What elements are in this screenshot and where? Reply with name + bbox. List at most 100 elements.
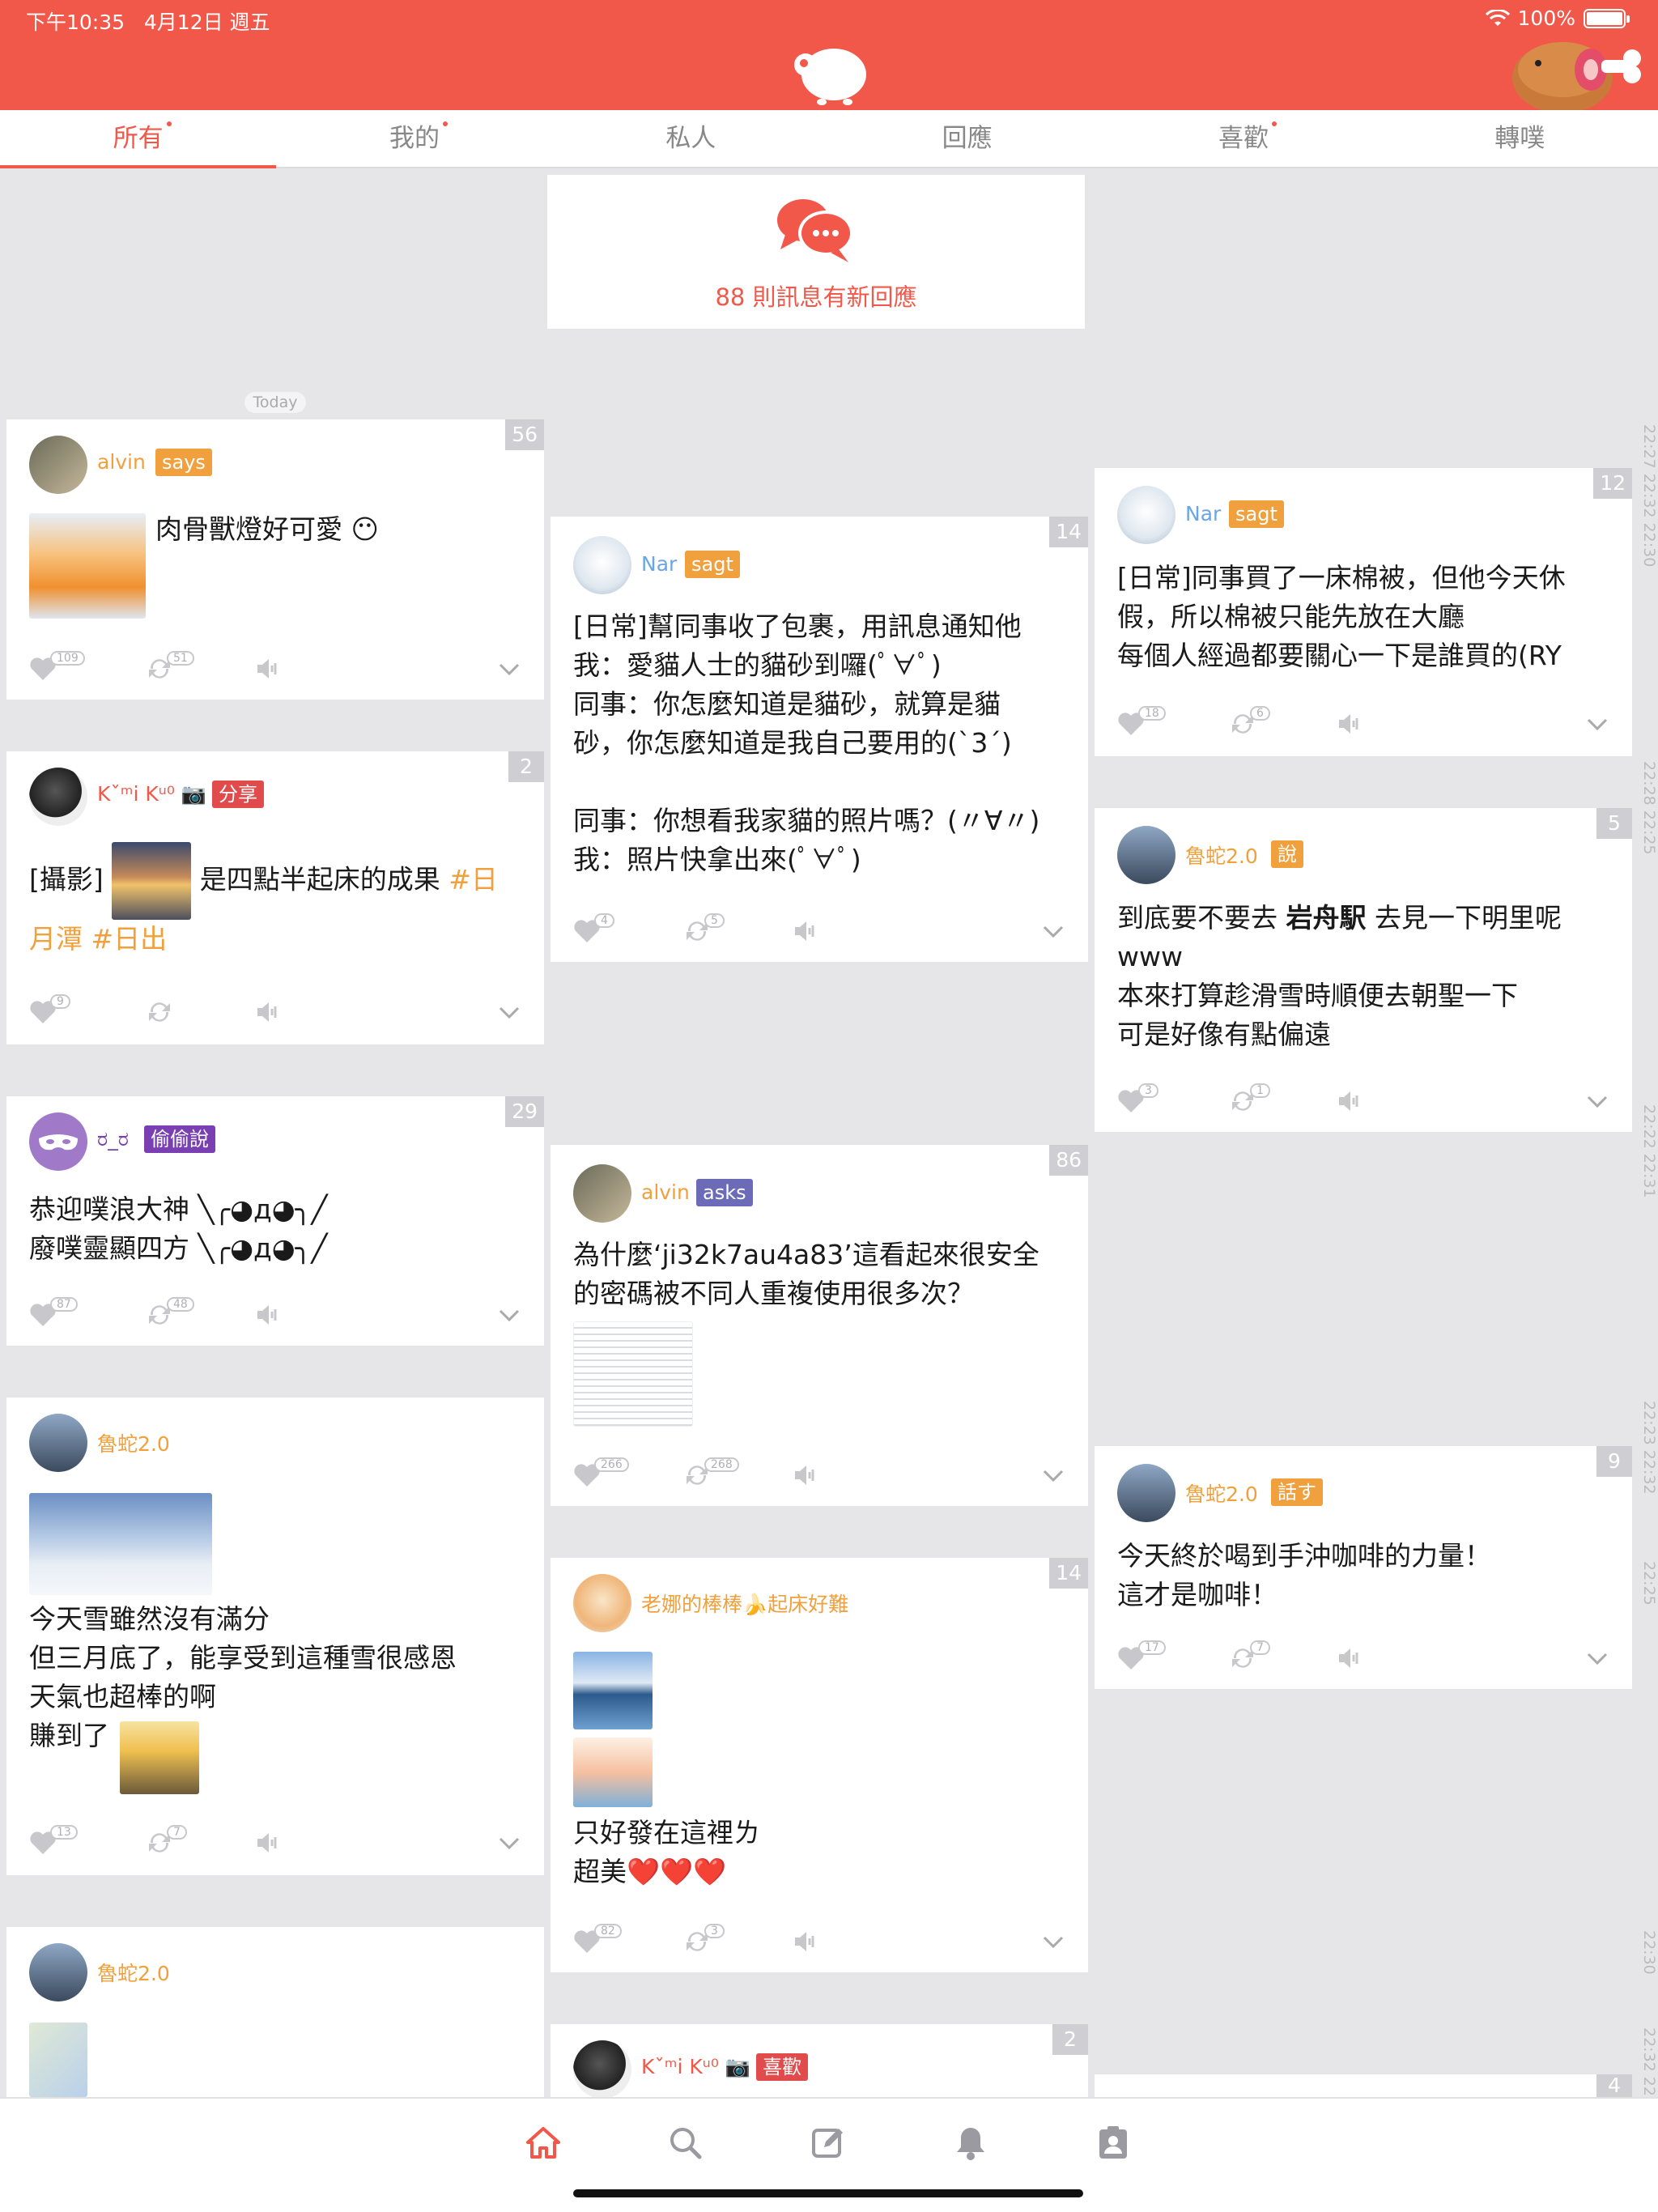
post-image[interactable]: [573, 1652, 653, 1729]
post-image[interactable]: [573, 1321, 693, 1427]
search-button[interactable]: [665, 2123, 706, 2163]
replurk-button[interactable]: 51: [146, 651, 194, 688]
new-responses-notice[interactable]: 88 則訊息有新回應: [547, 175, 1085, 329]
like-button[interactable]: 266: [573, 1457, 629, 1495]
plurk-card[interactable]: 14 Nar sagt [日常]幫同事收了包裹，用訊息通知他 我：愛貓人士的貓砂…: [551, 517, 1088, 962]
like-button[interactable]: 17: [1117, 1640, 1166, 1678]
like-button[interactable]: 109: [29, 651, 85, 688]
mute-button[interactable]: [792, 1462, 819, 1495]
plurk-card[interactable]: 14 老娜的棒棒🍌起床好難 只好發在這裡ㄌ 超美❤️❤️❤️ 82 3: [551, 1558, 1088, 1972]
avatar[interactable]: [29, 1112, 87, 1171]
expand-button[interactable]: [1585, 1645, 1609, 1678]
plurk-card[interactable]: 魯蛇2.0 今天雪雖然沒有滿分 但三月底了，能享受到這種雪很感恩 天氣也超棒的啊…: [6, 1397, 544, 1875]
expand-button[interactable]: [1585, 711, 1609, 743]
like-button[interactable]: 9: [29, 994, 70, 1032]
post-image[interactable]: [29, 1493, 212, 1595]
like-button[interactable]: 13: [29, 1825, 78, 1862]
expand-button[interactable]: [497, 656, 521, 688]
avatar[interactable]: [573, 1574, 631, 1632]
avatar[interactable]: [573, 536, 631, 594]
username[interactable]: 老娜的棒棒🍌起床好難: [641, 1589, 848, 1618]
plurk-card[interactable]: 4: [1095, 2074, 1632, 2097]
plurk-card[interactable]: 2 Kˇᵐi Kᵘ⁰ 📷 分享 [攝影] 是四點半起床的成果 #日 月潭 #日出…: [6, 751, 544, 1044]
avatar[interactable]: [573, 2040, 631, 2097]
home-button[interactable]: [523, 2123, 563, 2163]
tab-private[interactable]: 私人: [553, 110, 829, 167]
plurk-card[interactable]: 56 alvin says 肉骨獸燈好可愛 😶 109 51: [6, 419, 544, 700]
expand-button[interactable]: [497, 1830, 521, 1862]
mute-button[interactable]: [792, 918, 819, 951]
expand-button[interactable]: [1041, 1929, 1065, 1961]
tab-replurked[interactable]: 轉噗: [1382, 110, 1658, 167]
compose-button[interactable]: [808, 2123, 848, 2163]
tab-all[interactable]: 所有: [0, 110, 277, 168]
mute-button[interactable]: [1336, 711, 1363, 743]
username[interactable]: alvin: [641, 1180, 690, 1204]
avatar[interactable]: [29, 436, 87, 494]
plurk-card[interactable]: 86 alvin asks 為什麼‘ji32k7au4a83’這看起來很安全 的…: [551, 1145, 1088, 1506]
inline-photo[interactable]: [112, 842, 192, 920]
plurk-card[interactable]: 29 ರ_ರ 偷偷說 恭迎噗浪大神 ╲╭◕д◕╮╱ 廢噗靈顯四方 ╲╭◕д◕╮╱…: [6, 1096, 544, 1346]
mute-button[interactable]: [1336, 1088, 1363, 1121]
mute-button[interactable]: [254, 1830, 282, 1862]
expand-button[interactable]: [497, 1302, 521, 1334]
replurk-button[interactable]: 5: [683, 913, 725, 951]
plurk-card[interactable]: 2 Kˇᵐi Kᵘ⁰ 📷 喜歡: [551, 2024, 1088, 2097]
tab-mine[interactable]: 我的: [276, 110, 552, 167]
like-button[interactable]: 18: [1117, 706, 1166, 743]
expand-button[interactable]: [497, 999, 521, 1032]
avatar[interactable]: [1117, 1464, 1175, 1522]
username[interactable]: Kˇᵐi Kᵘ⁰ 📷: [97, 782, 206, 806]
plurk-card[interactable]: 5 魯蛇2.0 說 到底要不要去 岩舟駅 去見一下明里呢 www 本來打算趁滑雪…: [1095, 808, 1632, 1132]
plurk-card[interactable]: 魯蛇2.0: [6, 1927, 544, 2097]
mute-button[interactable]: [792, 1929, 819, 1961]
notifications-button[interactable]: [950, 2123, 991, 2163]
replurk-button[interactable]: 6: [1229, 706, 1270, 743]
mute-button[interactable]: [254, 999, 282, 1032]
avatar[interactable]: [29, 768, 87, 826]
username[interactable]: Nar: [641, 552, 677, 576]
post-image[interactable]: [120, 1721, 199, 1794]
like-button[interactable]: 4: [573, 913, 614, 951]
post-image[interactable]: [29, 2023, 87, 2097]
replurk-button[interactable]: 1: [1229, 1083, 1270, 1121]
username[interactable]: 魯蛇2.0: [1185, 840, 1258, 870]
replurk-button[interactable]: 7: [1229, 1640, 1270, 1678]
username[interactable]: alvin: [97, 450, 146, 474]
plurk-card[interactable]: 9 魯蛇2.0 話す 今天終於喝到手沖咖啡的力量！ 這才是咖啡！ 17 7: [1095, 1446, 1632, 1689]
avatar[interactable]: [29, 1414, 87, 1472]
expand-button[interactable]: [1041, 1462, 1065, 1495]
replurk-button[interactable]: 268: [683, 1457, 739, 1495]
post-image[interactable]: [573, 1738, 653, 1807]
avatar[interactable]: [1117, 486, 1175, 544]
expand-button[interactable]: [1585, 1088, 1609, 1121]
tab-liked[interactable]: 喜歡: [1105, 110, 1381, 167]
avatar[interactable]: [1117, 826, 1175, 884]
username[interactable]: 魯蛇2.0: [97, 1958, 170, 1987]
replurk-button[interactable]: 7: [146, 1825, 187, 1862]
username[interactable]: 魯蛇2.0: [97, 1428, 170, 1457]
like-button[interactable]: 87: [29, 1297, 78, 1334]
expand-button[interactable]: [1041, 918, 1065, 951]
post-image[interactable]: [29, 513, 146, 619]
avatar[interactable]: [573, 1164, 631, 1223]
mute-icon: [795, 1932, 814, 1951]
username[interactable]: ರ_ರ: [97, 1127, 129, 1151]
replurk-button[interactable]: 3: [683, 1924, 725, 1961]
username[interactable]: 魯蛇2.0: [1185, 1478, 1258, 1508]
like-button[interactable]: 82: [573, 1924, 622, 1961]
avatar[interactable]: [29, 1943, 87, 2001]
plurk-logo-icon[interactable]: [789, 40, 870, 105]
replurk-button[interactable]: [146, 999, 173, 1032]
plurk-card[interactable]: 12 Nar sagt [日常]同事買了一床棉被，但他今天休 假，所以棉被只能先…: [1095, 468, 1632, 756]
replurk-button[interactable]: 48: [146, 1297, 194, 1334]
replurk-count: 3: [704, 1924, 725, 1938]
profile-button[interactable]: [1093, 2123, 1133, 2163]
username[interactable]: Nar: [1185, 502, 1221, 525]
like-button[interactable]: 3: [1117, 1083, 1158, 1121]
mute-button[interactable]: [1336, 1645, 1363, 1678]
username[interactable]: Kˇᵐi Kᵘ⁰ 📷: [641, 2055, 750, 2079]
mute-button[interactable]: [254, 656, 282, 688]
mute-button[interactable]: [254, 1302, 282, 1334]
tab-responded[interactable]: 回應: [829, 110, 1105, 167]
